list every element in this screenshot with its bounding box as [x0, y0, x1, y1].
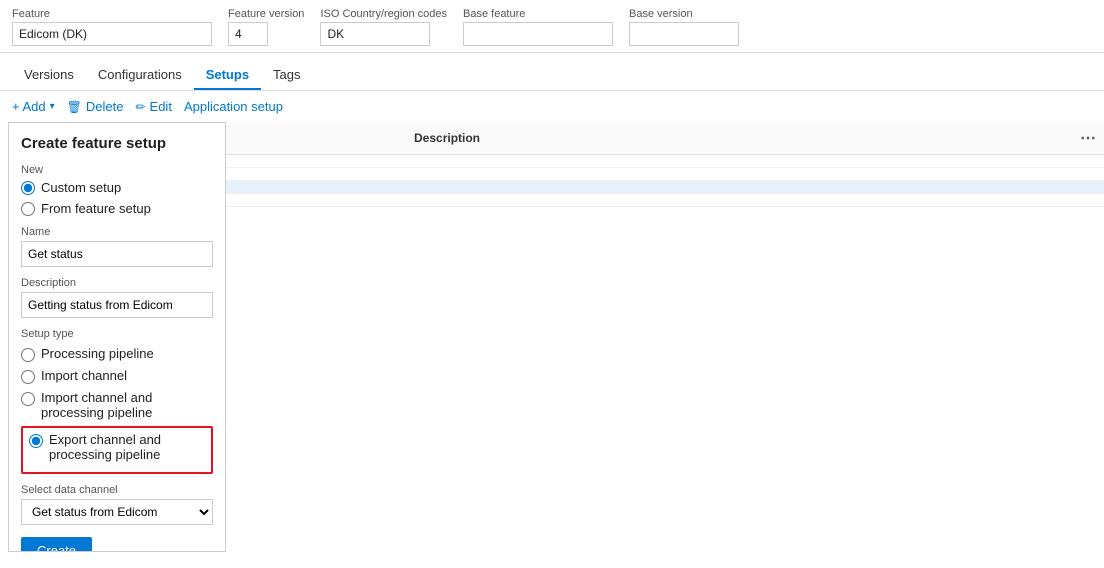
add-button[interactable]: + Add ▾: [12, 99, 55, 114]
trash-icon: 🗑: [67, 100, 82, 114]
base-feature-field-group: Base feature: [463, 8, 613, 46]
tab-configurations[interactable]: Configurations: [86, 61, 194, 90]
setup-type-label: Setup type: [21, 328, 213, 340]
table-rows: [226, 155, 1104, 207]
table-row[interactable]: [226, 168, 1104, 181]
version-input[interactable]: [228, 22, 268, 46]
right-panel: Description ⋯: [226, 122, 1104, 560]
iso-label: ISO Country/region codes: [320, 8, 447, 20]
iso-input[interactable]: [320, 22, 430, 46]
radio-export-channel-processing[interactable]: Export channel and processing pipeline: [29, 432, 205, 462]
app-setup-label: Application setup: [184, 99, 283, 114]
setup-type-section: Setup type Processing pipeline Import ch…: [21, 328, 213, 474]
data-channel-label: Select data channel: [21, 484, 213, 496]
top-bar: Feature Feature version ISO Country/regi…: [0, 0, 1104, 53]
col-name-header: [234, 128, 414, 148]
chevron-down-icon: ▾: [50, 101, 55, 112]
name-label: Name: [21, 226, 213, 238]
table-header: Description ⋯: [226, 122, 1104, 155]
name-field: Name: [21, 226, 213, 267]
highlighted-export-radio: Export channel and processing pipeline: [21, 426, 213, 474]
app-setup-button[interactable]: Application setup: [184, 99, 283, 114]
new-section-label: New: [21, 164, 213, 176]
name-input[interactable]: [21, 241, 213, 267]
feature-input[interactable]: [12, 22, 212, 46]
tab-setups[interactable]: Setups: [194, 61, 261, 90]
base-version-field-group: Base version: [629, 8, 739, 46]
feature-label: Feature: [12, 8, 212, 20]
create-feature-panel: Create feature setup New Custom setup Fr…: [8, 122, 226, 552]
tab-versions[interactable]: Versions: [12, 61, 86, 90]
version-field-group: Feature version: [228, 8, 304, 46]
ellipsis-icon[interactable]: ⋯: [1080, 128, 1096, 148]
base-feature-label: Base feature: [463, 8, 613, 20]
version-label: Feature version: [228, 8, 304, 20]
edit-label: Edit: [150, 99, 172, 114]
tabs-bar: Versions Configurations Setups Tags: [0, 53, 1104, 91]
create-button[interactable]: Create: [21, 537, 92, 552]
delete-label: Delete: [86, 99, 124, 114]
radio-import-channel[interactable]: Import channel: [21, 368, 213, 384]
table-row[interactable]: [226, 155, 1104, 168]
edit-button[interactable]: ✏ Edit: [135, 99, 171, 114]
data-channel-field: Select data channel Get status from Edic…: [21, 484, 213, 525]
base-feature-input[interactable]: [463, 22, 613, 46]
table-row[interactable]: [226, 181, 1104, 194]
description-field: Description: [21, 277, 213, 318]
tab-tags[interactable]: Tags: [261, 61, 312, 90]
table-row[interactable]: [226, 194, 1104, 207]
radio-custom-setup[interactable]: Custom setup: [21, 180, 213, 195]
new-radio-group: Custom setup From feature setup: [21, 180, 213, 216]
data-channel-select[interactable]: Get status from Edicom Send invoice to E…: [21, 499, 213, 525]
edit-icon: ✏: [135, 100, 145, 114]
radio-processing-pipeline[interactable]: Processing pipeline: [21, 346, 213, 362]
base-version-label: Base version: [629, 8, 739, 20]
radio-from-feature[interactable]: From feature setup: [21, 201, 213, 216]
main-content: Create feature setup New Custom setup Fr…: [0, 122, 1104, 560]
description-input[interactable]: [21, 292, 213, 318]
toolbar: + Add ▾ 🗑 Delete ✏ Edit Application setu…: [0, 91, 1104, 122]
feature-field-group: Feature: [12, 8, 212, 46]
add-label: + Add: [12, 99, 46, 114]
col-desc-header: Description ⋯: [414, 128, 1096, 148]
iso-field-group: ISO Country/region codes: [320, 8, 447, 46]
radio-import-channel-processing[interactable]: Import channel and processing pipeline: [21, 390, 213, 420]
delete-button[interactable]: 🗑 Delete: [67, 99, 124, 114]
base-version-input[interactable]: [629, 22, 739, 46]
description-label: Description: [21, 277, 213, 289]
panel-title: Create feature setup: [21, 135, 213, 152]
